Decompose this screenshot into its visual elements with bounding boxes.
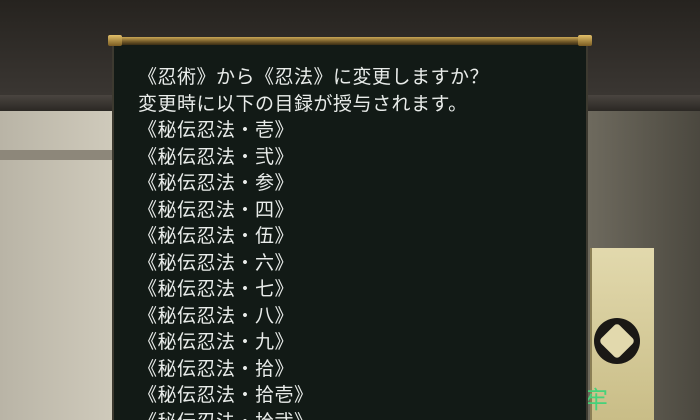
list-item: 《秘伝忍法・拾》 <box>138 357 295 380</box>
list-item: 《秘伝忍法・七》 <box>138 278 295 300</box>
list-item: 《秘伝忍法・壱》 <box>138 119 295 141</box>
background-wall-trim <box>0 150 112 160</box>
scroll-rod-cap-left <box>108 35 122 46</box>
dialog-question: 《忍術》から《忍法》に変更しますか？ <box>138 66 490 88</box>
dialog-message: 《忍術》から《忍法》に変更しますか？ 変更時に以下の目録が授与されます。 《秘伝… <box>138 64 578 420</box>
list-item: 《秘伝忍法・拾弐》 <box>138 409 578 420</box>
list-item: 《秘伝忍法・伍》 <box>138 225 295 247</box>
scroll-rod-cap-right <box>578 35 592 46</box>
list-item: 《秘伝忍法・九》 <box>138 331 295 353</box>
family-crest-icon <box>594 318 640 364</box>
list-item: 《秘伝忍法・拾壱》 <box>138 384 314 406</box>
list-item: 《秘伝忍法・六》 <box>138 251 295 274</box>
dialog-notice: 変更時に以下の目録が授与されます。 <box>138 92 468 115</box>
scroll-dialog: 《忍術》から《忍法》に変更しますか？ 変更時に以下の目録が授与されます。 《秘伝… <box>112 40 588 420</box>
list-item: 《秘伝忍法・四》 <box>138 198 295 221</box>
list-item: 《秘伝忍法・参》 <box>138 172 295 194</box>
scroll-rod <box>108 37 592 45</box>
list-item: 《秘伝忍法・弐》 <box>138 145 295 168</box>
list-item: 《秘伝忍法・八》 <box>138 304 295 327</box>
